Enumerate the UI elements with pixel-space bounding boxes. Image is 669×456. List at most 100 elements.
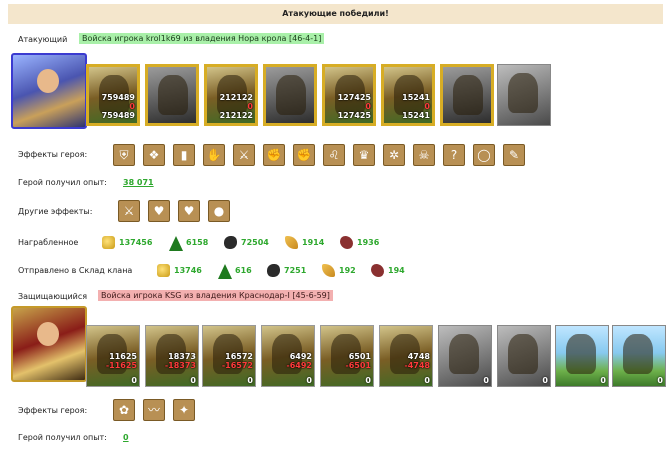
defender-unit-slot[interactable]: 18373 -18373 0 <box>145 325 199 387</box>
attacker-unit-slot[interactable] <box>145 64 199 126</box>
whip-icon[interactable]: 〰 <box>143 399 165 421</box>
attacker-label: Атакующий <box>18 35 68 44</box>
resource-value: 616 <box>235 266 252 275</box>
defender-hero-portrait[interactable] <box>11 306 87 382</box>
coins-icon[interactable]: ● <box>208 200 230 222</box>
attacker-hero-portrait[interactable] <box>11 53 87 129</box>
defender-unit-slot[interactable]: 11625 -11625 0 <box>86 325 140 387</box>
book-icon[interactable]: ❖ <box>143 144 165 166</box>
web-icon[interactable]: ✲ <box>383 144 405 166</box>
wood-icon <box>218 264 232 279</box>
unit-count-end: 0 <box>542 376 548 385</box>
defender-unit-slot[interactable]: 0 <box>497 325 551 387</box>
attacker-exp-label: Герой получил опыт: <box>18 178 107 187</box>
other-effects-label: Другие эффекты: <box>18 207 93 216</box>
unit-figure <box>508 73 538 113</box>
unit-count-loss: -18373 <box>164 361 196 370</box>
unit-count-start: 759489 <box>101 93 135 102</box>
ore-icon <box>224 236 237 249</box>
defender-unit-slot[interactable]: 0 <box>555 325 609 387</box>
attacker-unit-slot[interactable]: 212122 0 212122 <box>204 64 258 126</box>
lion-icon[interactable]: ♌ <box>323 144 345 166</box>
feather-icon[interactable]: ✦ <box>173 399 195 421</box>
resource-value: 1936 <box>357 238 380 247</box>
battle-result-title: Атакующие победили! <box>8 4 663 24</box>
question-icon[interactable]: ? <box>443 144 465 166</box>
defender-exp-value[interactable]: 0 <box>123 433 129 442</box>
gear-icon[interactable]: ✿ <box>113 399 135 421</box>
heart-icon[interactable]: ♥ <box>148 200 170 222</box>
hero-face <box>37 322 59 346</box>
defender-unit-slot[interactable]: 6501 -6501 0 <box>320 325 374 387</box>
defender-unit-slot[interactable]: 6492 -6492 0 <box>261 325 315 387</box>
defender-unit-slot[interactable]: 0 <box>438 325 492 387</box>
ring-icon[interactable]: ◯ <box>473 144 495 166</box>
ore-icon <box>267 264 280 277</box>
sword-icon[interactable]: ⚔ <box>233 144 255 166</box>
defender-unit-slot[interactable]: 4748 -4748 0 <box>379 325 433 387</box>
armor-icon[interactable]: ⛨ <box>113 144 135 166</box>
unit-count-end: 0 <box>190 376 196 385</box>
unit-count-end: 15241 <box>402 111 430 120</box>
unit-figure <box>276 75 306 115</box>
unit-count-end: 0 <box>600 376 606 385</box>
attacker-army-link[interactable]: Войска игрока krol1k69 из владения Нора … <box>79 33 325 44</box>
defender-exp-label: Герой получил опыт: <box>18 433 107 442</box>
resource-value: 194 <box>388 266 405 275</box>
shield-icon[interactable]: ▮ <box>173 144 195 166</box>
heart-shield-icon[interactable]: ♥ <box>178 200 200 222</box>
unit-figure <box>623 334 653 374</box>
attacker-unit-slot[interactable] <box>263 64 317 126</box>
attacker-unit-slot[interactable]: 127425 0 127425 <box>322 64 376 126</box>
unit-count-end: 759489 <box>101 111 135 120</box>
resource-value: 137456 <box>119 238 153 247</box>
handshake-icon[interactable]: ✊ <box>263 144 285 166</box>
unit-count-end: 0 <box>306 376 312 385</box>
unit-count-loss: -16572 <box>221 361 253 370</box>
unit-count-start: 127425 <box>337 93 371 102</box>
crown-icon[interactable]: ♛ <box>353 144 375 166</box>
unit-count-end: 0 <box>657 376 663 385</box>
wheat-icon <box>322 264 335 277</box>
wood-icon <box>169 236 183 251</box>
gold-icon <box>157 264 170 277</box>
attacker-unit-slot[interactable]: 759489 0 759489 <box>86 64 140 126</box>
loot-label: Награбленное <box>18 238 79 247</box>
unit-count-loss: 0 <box>365 102 371 111</box>
unit-count-loss: -6501 <box>345 361 371 370</box>
unit-count-end: 212122 <box>219 111 253 120</box>
sword-heart-icon[interactable]: ⚔ <box>118 200 140 222</box>
scroll-icon[interactable]: ✎ <box>503 144 525 166</box>
wheat-icon <box>285 236 298 249</box>
gem-icon <box>340 236 353 249</box>
unit-count-loss: -4748 <box>404 361 430 370</box>
unit-count-start: 4748 <box>407 352 430 361</box>
defender-army-link[interactable]: Войска игрока KSG из владения Краснодар-… <box>98 290 333 301</box>
unit-count-loss: 0 <box>424 102 430 111</box>
attacker-exp-value[interactable]: 38 071 <box>123 178 154 187</box>
unit-figure <box>508 334 538 374</box>
defender-effects-label: Эффекты героя: <box>18 406 88 415</box>
unit-figure <box>449 334 479 374</box>
demon-icon[interactable]: ☠ <box>413 144 435 166</box>
unit-count-loss: 0 <box>129 102 135 111</box>
unit-count-end: 0 <box>424 376 430 385</box>
unit-count-end: 0 <box>483 376 489 385</box>
fist-icon[interactable]: ✊ <box>293 144 315 166</box>
unit-figure <box>453 75 483 115</box>
unit-count-start: 16572 <box>225 352 253 361</box>
resource-value: 13746 <box>174 266 202 275</box>
resource-value: 1914 <box>302 238 325 247</box>
defender-unit-slot[interactable]: 0 <box>612 325 666 387</box>
defender-unit-slot[interactable]: 16572 -16572 0 <box>202 325 256 387</box>
hands-icon[interactable]: ✋ <box>203 144 225 166</box>
gem-icon <box>371 264 384 277</box>
attacker-unit-slot[interactable] <box>440 64 494 126</box>
unit-count-start: 15241 <box>402 93 430 102</box>
resource-value: 192 <box>339 266 356 275</box>
attacker-unit-slot[interactable]: 15241 0 15241 <box>381 64 435 126</box>
attacker-unit-slot[interactable] <box>497 64 551 126</box>
unit-count-loss: 0 <box>247 102 253 111</box>
defender-label: Защищающийся <box>18 292 88 301</box>
resource-value: 6158 <box>186 238 209 247</box>
